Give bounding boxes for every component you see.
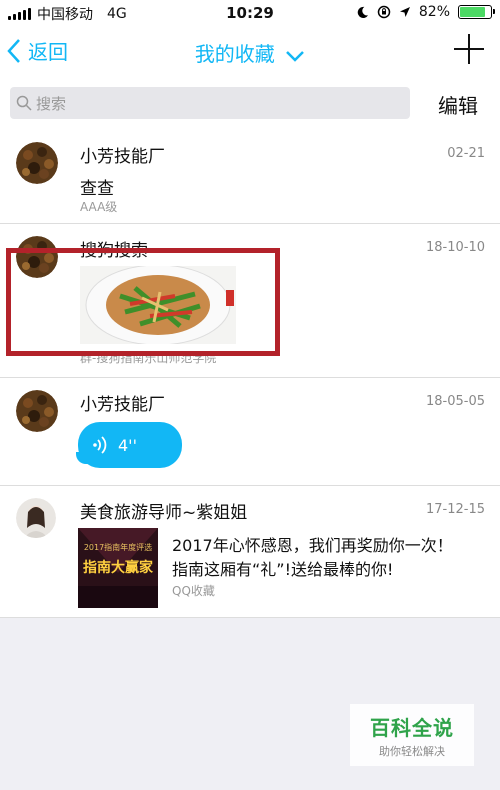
search-placeholder: 搜索 [36,94,67,113]
avatar [16,142,58,184]
award-image[interactable]: 2017指南年度评选 指南大赢家 [78,528,158,608]
battery-percent: 82% [418,4,450,20]
voice-wave-icon [93,436,107,454]
thumb-caption-top: 2017指南年度评选 [84,542,152,552]
rotation-lock-icon [377,5,391,19]
item-text: 查查 [80,179,114,199]
item-source: 群-搜狗指南乐山师范学院 [80,351,217,365]
list-item[interactable]: 小芳技能厂 18-05-05 4'' [0,378,500,486]
navigation-bar: 返回 我的收藏 [0,26,500,78]
favorites-list: 小芳技能厂 02-21 查查 AAA级 搜狗搜索 18-10-10 群-搜狗指南… [0,124,500,618]
item-name: 美食旅游导师~紫姐姐 [80,503,248,523]
avatar [16,236,58,278]
item-text-line-1: 2017年心怀感恩，我们再奖励你一次！ [172,536,453,555]
list-item[interactable]: 小芳技能厂 02-21 查查 AAA级 [0,124,500,224]
item-source: AAA级 [80,200,118,214]
watermark-title: 百科全说 [370,716,454,740]
avatar [16,390,58,432]
edit-button[interactable]: 编辑 [438,90,478,119]
moon-icon [357,6,368,18]
item-date: 18-05-05 [425,394,485,409]
thumb-caption-main: 指南大赢家 [83,559,154,576]
watermark-subtitle: 助你轻松解决 [379,745,445,758]
food-image[interactable] [80,266,236,344]
watermark: 百科全说 助你轻松解决 [350,704,474,766]
item-source: QQ收藏 [172,584,215,598]
add-button[interactable] [454,34,484,64]
chevron-down-icon [286,50,305,62]
item-name: 小芳技能厂 [80,395,165,415]
location-icon [399,7,410,17]
avatar [16,498,56,538]
voice-duration: 4'' [118,435,137,455]
search-row: 搜索 编辑 [0,78,500,124]
voice-message-bubble[interactable]: 4'' [76,422,182,468]
status-bar: 中国移动 4G 10:29 82% [0,0,500,26]
item-name: 搜狗搜索 [80,241,148,261]
page-title[interactable]: 我的收藏 [0,38,500,67]
item-date: 17-12-15 [425,502,485,517]
list-item[interactable]: 搜狗搜索 18-10-10 群-搜狗指南乐山师范学院 [0,224,500,378]
search-input[interactable]: 搜索 [10,87,410,119]
battery-icon [458,5,495,19]
item-text-line-2: 指南这厢有“礼”!送给最棒的你! [172,560,394,579]
list-item[interactable]: 美食旅游导师~紫姐姐 17-12-15 2017指南年度评选 指南大赢家 201… [0,486,500,618]
item-date: 18-10-10 [425,240,485,255]
item-date: 02-21 [447,146,485,161]
item-name: 小芳技能厂 [80,147,165,167]
search-icon [16,95,32,111]
